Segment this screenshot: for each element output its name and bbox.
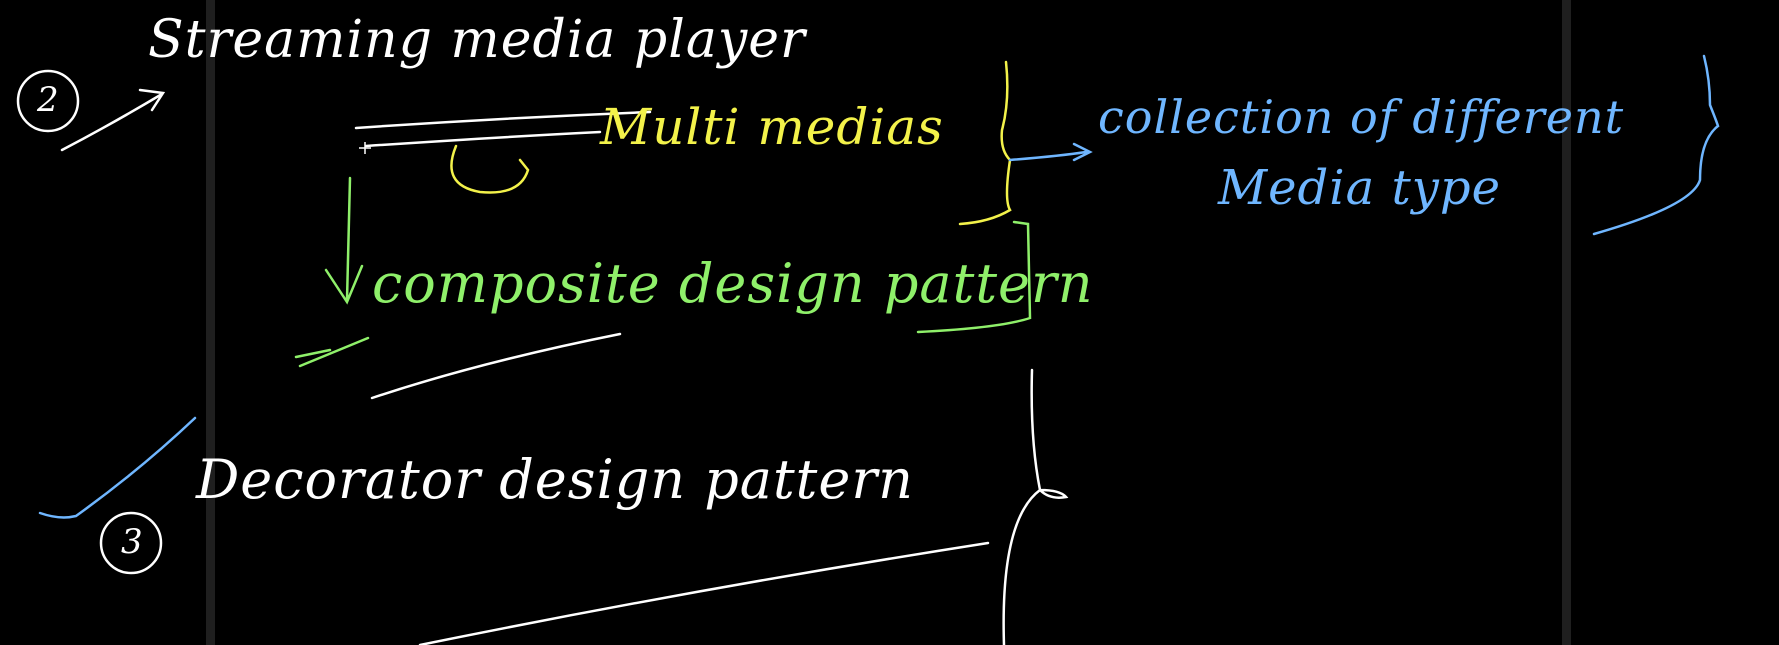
item2-title: Streaming media player (148, 10, 806, 70)
yellow-brace (958, 60, 1012, 226)
decorator-underline (418, 541, 990, 645)
whiteboard-canvas[interactable]: 2 Streaming media player Multi medias co… (0, 0, 1779, 645)
item3-title: Decorator design pattern (196, 448, 914, 511)
collection-line-2: Media type (1218, 160, 1502, 216)
blue-arrow (1008, 142, 1093, 162)
white-brace (1002, 368, 1069, 645)
item2-number: 2 (37, 80, 60, 120)
green-down-arrow (324, 176, 364, 305)
item3-number: 3 (121, 522, 144, 562)
multi-medias-label: Multi medias (600, 98, 944, 156)
plus-mark (359, 142, 371, 154)
item2-underline-2 (364, 130, 602, 148)
blue-brace (1592, 54, 1720, 236)
composite-underline (370, 332, 622, 400)
collection-line-1: collection of different (1098, 90, 1625, 144)
composite-label: composite design pattern (372, 252, 1094, 315)
blue-check (38, 416, 197, 519)
green-tick (294, 336, 370, 368)
yellow-hook (450, 144, 530, 194)
